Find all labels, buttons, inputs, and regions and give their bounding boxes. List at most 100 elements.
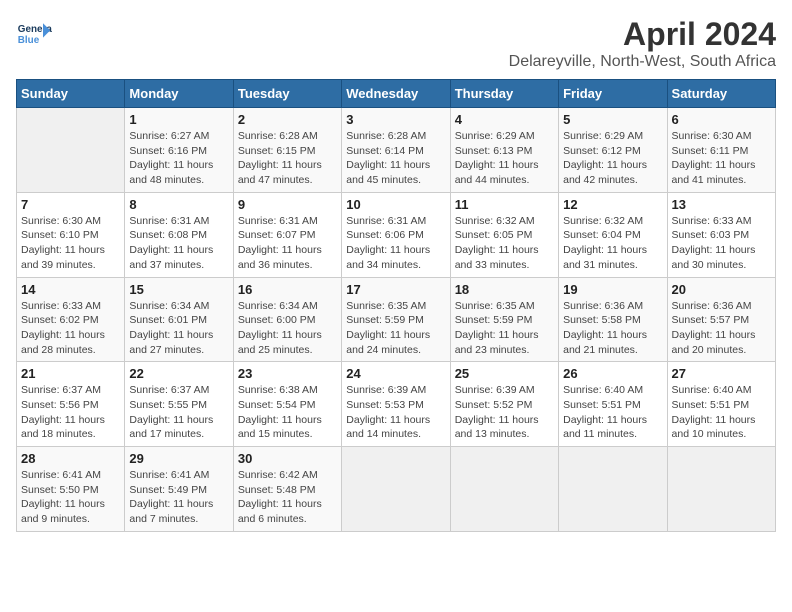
calendar-cell: 20 Sunrise: 6:36 AM Sunset: 5:57 PM Dayli… [667,277,775,362]
day-number: 6 [672,112,771,127]
col-tuesday: Tuesday [233,80,341,108]
calendar-header: General Blue April 2024 Delareyville, No… [16,16,776,71]
col-sunday: Sunday [17,80,125,108]
header-row: Sunday Monday Tuesday Wednesday Thursday… [17,80,776,108]
day-info: Sunrise: 6:29 AM Sunset: 6:12 PM Dayligh… [563,129,662,188]
calendar-cell: 10Sunrise: 6:31 AM Sunset: 6:06 PM Dayli… [342,192,450,277]
calendar-cell [450,447,558,532]
col-saturday: Saturday [667,80,775,108]
day-number: 5 [563,112,662,127]
day-info: Sunrise: 6:32 AM Sunset: 6:05 PM Dayligh… [455,214,554,273]
day-number: 15 [129,282,228,297]
calendar-cell: 16 Sunrise: 6:34 AM Sunset: 6:00 PM Dayli… [233,277,341,362]
day-info: Sunrise: 6:33 AM Sunset: 6:02 PM Dayligh… [21,299,120,358]
calendar-cell: 8Sunrise: 6:31 AM Sunset: 6:08 PM Daylig… [125,192,233,277]
day-info: Sunrise: 6:35 AM Sunset: 5:59 PM Dayligh… [346,299,445,358]
day-number: 25 [455,366,554,381]
calendar-cell: 6 Sunrise: 6:30 AM Sunset: 6:11 PM Daylig… [667,108,775,193]
col-monday: Monday [125,80,233,108]
day-info: Sunrise: 6:32 AM Sunset: 6:04 PM Dayligh… [563,214,662,273]
calendar-cell [559,447,667,532]
calendar-cell: 18 Sunrise: 6:35 AM Sunset: 5:59 PM Dayli… [450,277,558,362]
day-info: Sunrise: 6:34 AM Sunset: 6:00 PM Dayligh… [238,299,337,358]
col-wednesday: Wednesday [342,80,450,108]
calendar-cell: 14 Sunrise: 6:33 AM Sunset: 6:02 PM Dayli… [17,277,125,362]
day-info: Sunrise: 6:28 AM Sunset: 6:14 PM Dayligh… [346,129,445,188]
calendar-cell: 28 Sunrise: 6:41 AM Sunset: 5:50 PM Dayli… [17,447,125,532]
day-info: Sunrise: 6:35 AM Sunset: 5:59 PM Dayligh… [455,299,554,358]
calendar-body: 1 Sunrise: 6:27 AM Sunset: 6:16 PM Daylig… [17,108,776,532]
calendar-cell: 23Sunrise: 6:38 AM Sunset: 5:54 PM Dayli… [233,362,341,447]
day-info: Sunrise: 6:36 AM Sunset: 5:57 PM Dayligh… [672,299,771,358]
day-number: 4 [455,112,554,127]
day-number: 26 [563,366,662,381]
calendar-cell: 12 Sunrise: 6:32 AM Sunset: 6:04 PM Dayli… [559,192,667,277]
day-info: Sunrise: 6:40 AM Sunset: 5:51 PM Dayligh… [563,383,662,442]
day-number: 18 [455,282,554,297]
day-info: Sunrise: 6:41 AM Sunset: 5:50 PM Dayligh… [21,468,120,527]
day-number: 3 [346,112,445,127]
calendar-cell: 22Sunrise: 6:37 AM Sunset: 5:55 PM Dayli… [125,362,233,447]
day-number: 27 [672,366,771,381]
calendar-cell: 1 Sunrise: 6:27 AM Sunset: 6:16 PM Daylig… [125,108,233,193]
calendar-cell [667,447,775,532]
day-info: Sunrise: 6:37 AM Sunset: 5:55 PM Dayligh… [129,383,228,442]
day-info: Sunrise: 6:41 AM Sunset: 5:49 PM Dayligh… [129,468,228,527]
col-friday: Friday [559,80,667,108]
calendar-cell: 26 Sunrise: 6:40 AM Sunset: 5:51 PM Dayli… [559,362,667,447]
day-number: 12 [563,197,662,212]
day-number: 29 [129,451,228,466]
calendar-cell: 29 Sunrise: 6:41 AM Sunset: 5:49 PM Dayli… [125,447,233,532]
calendar-cell: 30Sunrise: 6:42 AM Sunset: 5:48 PM Dayli… [233,447,341,532]
calendar-week-2: 7 Sunrise: 6:30 AM Sunset: 6:10 PM Daylig… [17,192,776,277]
day-number: 17 [346,282,445,297]
calendar-cell: 13 Sunrise: 6:33 AM Sunset: 6:03 PM Dayli… [667,192,775,277]
calendar-subtitle: Delareyville, North-West, South Africa [509,53,776,71]
calendar-cell: 11 Sunrise: 6:32 AM Sunset: 6:05 PM Dayli… [450,192,558,277]
day-info: Sunrise: 6:37 AM Sunset: 5:56 PM Dayligh… [21,383,120,442]
calendar-cell: 25 Sunrise: 6:39 AM Sunset: 5:52 PM Dayli… [450,362,558,447]
day-number: 19 [563,282,662,297]
day-info: Sunrise: 6:30 AM Sunset: 6:11 PM Dayligh… [672,129,771,188]
day-number: 7 [21,197,120,212]
day-info: Sunrise: 6:40 AM Sunset: 5:51 PM Dayligh… [672,383,771,442]
calendar-cell [17,108,125,193]
calendar-week-4: 21 Sunrise: 6:37 AM Sunset: 5:56 PM Dayli… [17,362,776,447]
day-number: 30 [238,451,337,466]
day-number: 28 [21,451,120,466]
day-number: 11 [455,197,554,212]
calendar-cell: 3 Sunrise: 6:28 AM Sunset: 6:14 PM Daylig… [342,108,450,193]
calendar-cell: 17 Sunrise: 6:35 AM Sunset: 5:59 PM Dayli… [342,277,450,362]
calendar-week-3: 14 Sunrise: 6:33 AM Sunset: 6:02 PM Dayli… [17,277,776,362]
day-info: Sunrise: 6:30 AM Sunset: 6:10 PM Dayligh… [21,214,120,273]
day-info: Sunrise: 6:31 AM Sunset: 6:06 PM Dayligh… [346,214,445,273]
day-number: 16 [238,282,337,297]
day-number: 24 [346,366,445,381]
logo-icon: General Blue [16,16,52,52]
calendar-cell: 2Sunrise: 6:28 AM Sunset: 6:15 PM Daylig… [233,108,341,193]
day-number: 8 [129,197,228,212]
day-info: Sunrise: 6:38 AM Sunset: 5:54 PM Dayligh… [238,383,337,442]
calendar-cell: 7 Sunrise: 6:30 AM Sunset: 6:10 PM Daylig… [17,192,125,277]
calendar-cell: 9Sunrise: 6:31 AM Sunset: 6:07 PM Daylig… [233,192,341,277]
day-number: 2 [238,112,337,127]
day-info: Sunrise: 6:33 AM Sunset: 6:03 PM Dayligh… [672,214,771,273]
logo: General Blue [16,16,52,52]
calendar-cell: 24Sunrise: 6:39 AM Sunset: 5:53 PM Dayli… [342,362,450,447]
day-number: 13 [672,197,771,212]
calendar-cell: 27 Sunrise: 6:40 AM Sunset: 5:51 PM Dayli… [667,362,775,447]
day-number: 9 [238,197,337,212]
day-number: 1 [129,112,228,127]
day-number: 20 [672,282,771,297]
day-info: Sunrise: 6:39 AM Sunset: 5:52 PM Dayligh… [455,383,554,442]
day-number: 14 [21,282,120,297]
calendar-cell: 21 Sunrise: 6:37 AM Sunset: 5:56 PM Dayli… [17,362,125,447]
svg-text:Blue: Blue [18,35,40,46]
day-info: Sunrise: 6:29 AM Sunset: 6:13 PM Dayligh… [455,129,554,188]
day-info: Sunrise: 6:34 AM Sunset: 6:01 PM Dayligh… [129,299,228,358]
day-info: Sunrise: 6:36 AM Sunset: 5:58 PM Dayligh… [563,299,662,358]
day-number: 21 [21,366,120,381]
calendar-cell: 15 Sunrise: 6:34 AM Sunset: 6:01 PM Dayli… [125,277,233,362]
calendar-cell: 19 Sunrise: 6:36 AM Sunset: 5:58 PM Dayli… [559,277,667,362]
day-info: Sunrise: 6:27 AM Sunset: 6:16 PM Dayligh… [129,129,228,188]
